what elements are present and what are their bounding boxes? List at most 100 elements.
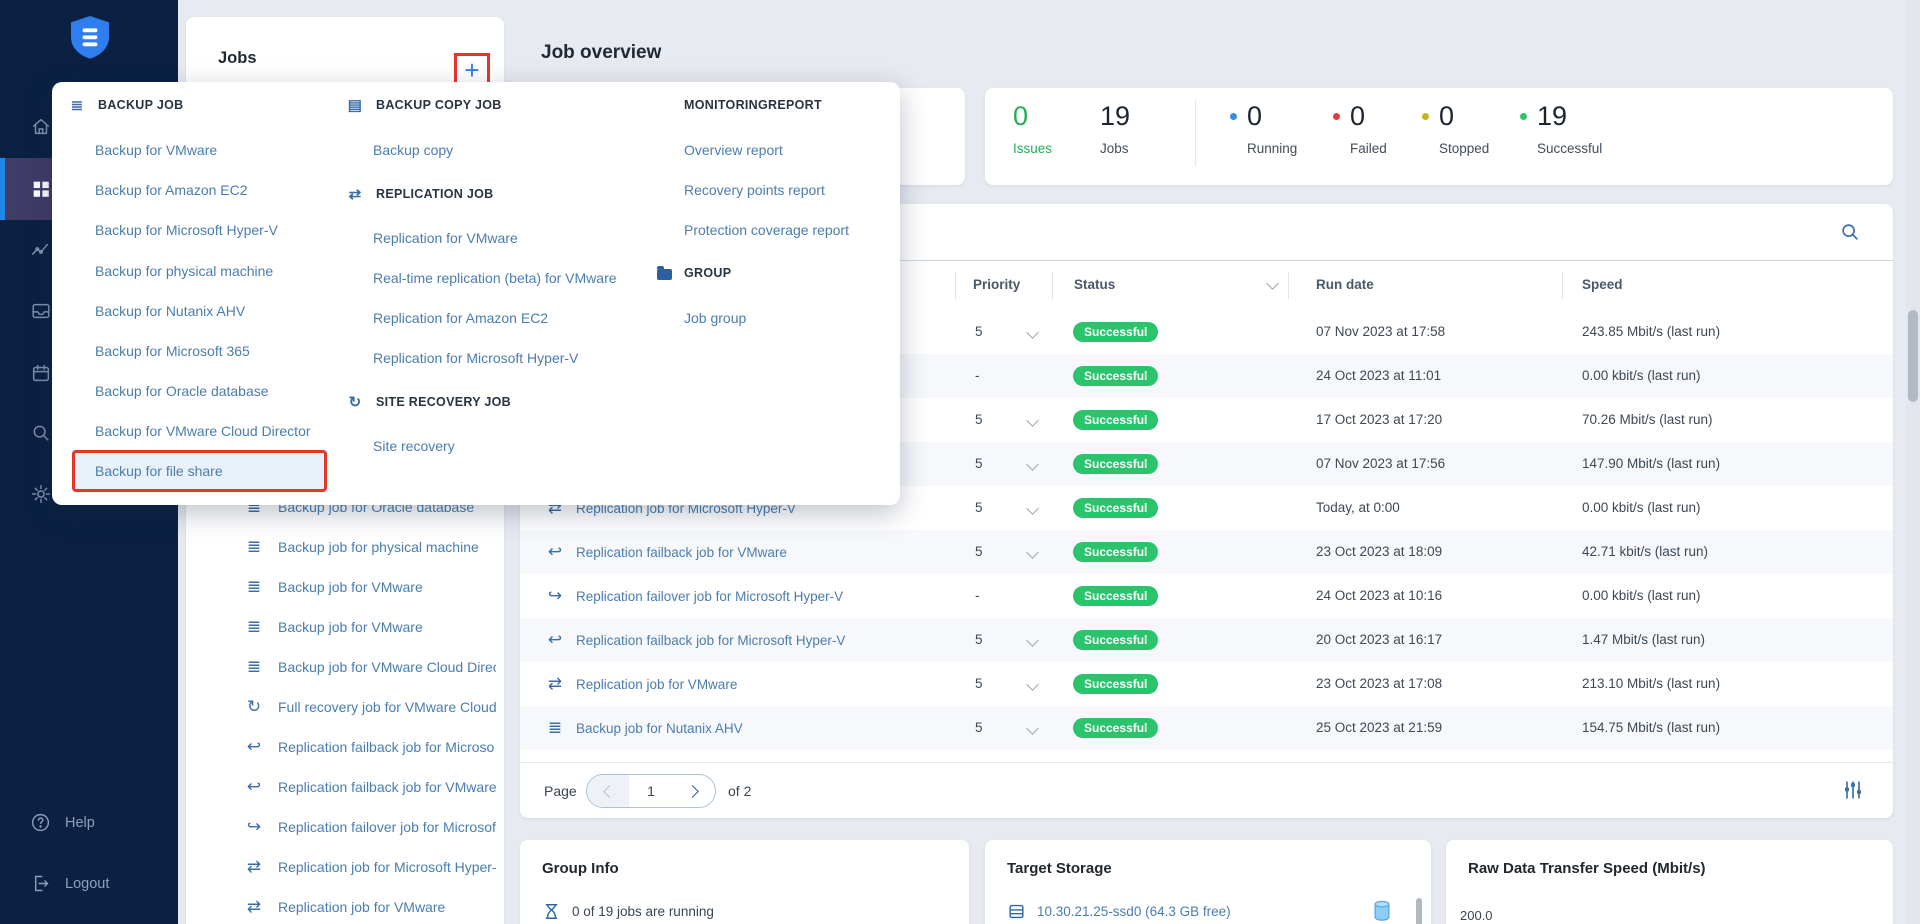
failback-job-icon: ↩ [545,630,565,650]
job-name-link[interactable]: Replication job for VMware [576,677,737,692]
hourglass-icon [542,902,561,921]
dropdown-group-group: GROUP [657,263,731,283]
table-row[interactable]: ↩ Replication failback job for Microsoft … [520,618,1893,662]
menu-item-backup-for-microsoft-365[interactable]: Backup for Microsoft 365 [95,341,250,361]
menu-item-backup-copy[interactable]: Backup copy [373,140,453,160]
replication-job-icon: ⇄ [244,897,264,917]
menu-item-replication-for-amazon-ec2[interactable]: Replication for Amazon EC2 [373,308,548,328]
menu-item-site-recovery[interactable]: Site recovery [373,436,455,456]
job-name-link[interactable]: Replication failback job for Microsoft H… [576,633,845,648]
job-list-item[interactable]: ↻Full recovery job for VMware Cloud [244,695,496,719]
priority-chevron-icon[interactable] [1026,722,1039,735]
job-list-item[interactable]: ⇄Replication job for Microsoft Hyper- [244,855,496,879]
replication-icon: ⇄ [346,185,364,203]
running-dot-icon [1230,113,1237,120]
job-name-link[interactable]: Backup job for Nutanix AHV [576,721,743,736]
status-badge: Successful [1073,630,1158,650]
backup-job-icon: ≣ [68,96,86,114]
status-badge: Successful [1073,498,1158,518]
failover-job-icon: ↪ [545,586,565,606]
menu-item-overview-report[interactable]: Overview report [684,140,783,160]
status-badge: Successful [1073,586,1158,606]
stat-failed: 0 Failed [1333,101,1387,156]
table-settings-sliders-icon[interactable] [1841,778,1865,802]
failback-job-icon: ↩ [244,737,264,757]
logout-button[interactable]: Logout [30,873,109,894]
add-job-dropdown: ≣ BACKUP JOB Backup for VMware Backup fo… [52,82,900,505]
job-list-item[interactable]: ≣Backup job for VMware Cloud Direc [244,655,496,679]
table-row[interactable]: ↩Replication failback job for VMware 5 S… [520,530,1893,574]
menu-item-backup-for-physical-machine[interactable]: Backup for physical machine [95,261,273,281]
target-storage-item[interactable]: 10.30.21.25-ssd0 (64.3 GB free) [1007,902,1231,921]
successful-dot-icon [1520,113,1527,120]
menu-item-realtime-replication-vmware[interactable]: Real-time replication (beta) for VMware [373,268,617,288]
menu-item-backup-for-file-share[interactable]: Backup for file share [95,461,223,481]
status-sort-chevron-icon[interactable] [1266,277,1279,290]
stats-card: 0 Issues 19 Jobs 0 Running 0 Failed 0 St… [985,88,1893,185]
table-search-icon[interactable] [1839,221,1861,243]
status-badge: Successful [1073,542,1158,562]
menu-item-backup-for-nutanix-ahv[interactable]: Backup for Nutanix AHV [95,301,245,321]
storage-cylinder-icon [1371,898,1393,924]
job-list-item[interactable]: ↪Replication failover job for Microsof [244,815,496,839]
target-storage-scrollbar[interactable] [1416,898,1422,924]
menu-item-backup-for-vmware-cloud-director[interactable]: Backup for VMware Cloud Director [95,421,311,441]
help-button[interactable]: Help [30,812,95,833]
replication-job-icon: ⇄ [545,674,565,694]
status-badge: Successful [1073,454,1158,474]
table-row[interactable]: ⇄Replication job for VMware 5 Successful… [520,662,1893,706]
job-list-item[interactable]: ⇄Replication job for VMware [244,895,496,919]
failed-dot-icon [1333,113,1340,120]
menu-item-backup-for-vmware[interactable]: Backup for VMware [95,140,217,160]
job-name-link[interactable]: Replication failover job for Microsoft H… [576,589,843,604]
priority-chevron-icon[interactable] [1026,546,1039,559]
chevron-left-icon [603,785,616,798]
priority-chevron-icon[interactable] [1026,326,1039,339]
stat-jobs: 19 Jobs [1100,101,1130,156]
table-row[interactable]: ≣Backup job for Nutanix AHV 5 Successful… [520,706,1893,750]
status-badge: Successful [1073,366,1158,386]
replication-job-icon: ⇄ [244,857,264,877]
failback-job-icon: ↩ [545,542,565,562]
scrollbar-thumb[interactable] [1908,310,1918,402]
inbox-icon [30,300,52,322]
priority-chevron-icon[interactable] [1026,634,1039,647]
help-icon [30,812,51,833]
job-list-item[interactable]: ≣Backup job for VMware [244,575,496,599]
page-scrollbar [1906,0,1920,924]
priority-chevron-icon[interactable] [1026,414,1039,427]
job-name-link[interactable]: Replication failback job for VMware [576,545,787,560]
next-page-button[interactable] [673,775,715,807]
failback-job-icon: ↩ [244,777,264,797]
menu-item-protection-coverage-report[interactable]: Protection coverage report [684,220,849,240]
menu-item-replication-for-vmware[interactable]: Replication for VMware [373,228,518,248]
page-label: Page [544,763,577,819]
menu-item-recovery-points-report[interactable]: Recovery points report [684,180,825,200]
status-badge: Successful [1073,322,1158,342]
backup-job-icon: ≣ [244,657,264,677]
target-storage-title: Target Storage [1007,860,1112,877]
stat-issues: 0 Issues [1013,101,1052,156]
job-list-item[interactable]: ↩Replication failback job for VMware [244,775,496,799]
job-list-item[interactable]: ↩Replication failback job for Microso [244,735,496,759]
menu-item-backup-for-hyper-v[interactable]: Backup for Microsoft Hyper-V [95,220,278,240]
job-list-item[interactable]: ≣Backup job for VMware [244,615,496,639]
stopped-dot-icon [1422,113,1429,120]
pager-control: 1 [586,774,716,808]
table-row[interactable]: ↪ Replication failover job for Microsoft … [520,574,1893,618]
menu-item-replication-for-hyper-v[interactable]: Replication for Microsoft Hyper-V [373,348,578,368]
recovery-job-icon: ↻ [244,697,264,717]
menu-item-backup-for-amazon-ec2[interactable]: Backup for Amazon EC2 [95,180,248,200]
priority-chevron-icon[interactable] [1026,678,1039,691]
backup-job-icon: ≣ [244,537,264,557]
logout-label: Logout [65,876,109,892]
menu-item-backup-for-oracle-database[interactable]: Backup for Oracle database [95,381,269,401]
backup-job-icon: ≣ [545,718,565,738]
previous-page-button[interactable] [587,775,629,807]
folder-icon [657,269,672,280]
current-page-input[interactable]: 1 [629,775,673,807]
priority-chevron-icon[interactable] [1026,502,1039,515]
job-list-item[interactable]: ≣Backup job for physical machine [244,535,496,559]
priority-chevron-icon[interactable] [1026,458,1039,471]
menu-item-job-group[interactable]: Job group [684,308,746,328]
